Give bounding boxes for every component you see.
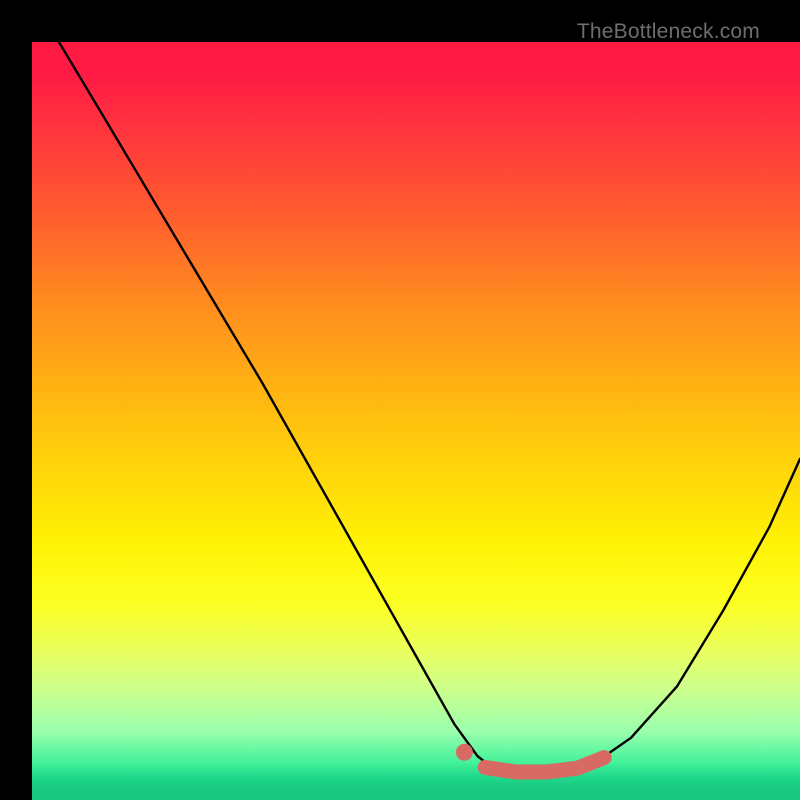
watermark-label: TheBottleneck.com	[577, 20, 760, 44]
chart-frame: TheBottleneck.com	[16, 16, 784, 784]
plot-area	[32, 42, 800, 800]
bottleneck-curve-right	[508, 459, 800, 773]
highlight-dot	[456, 744, 473, 761]
bottleneck-curve-left	[59, 42, 508, 771]
highlight-valley	[485, 758, 604, 772]
curve-layer	[32, 42, 800, 800]
